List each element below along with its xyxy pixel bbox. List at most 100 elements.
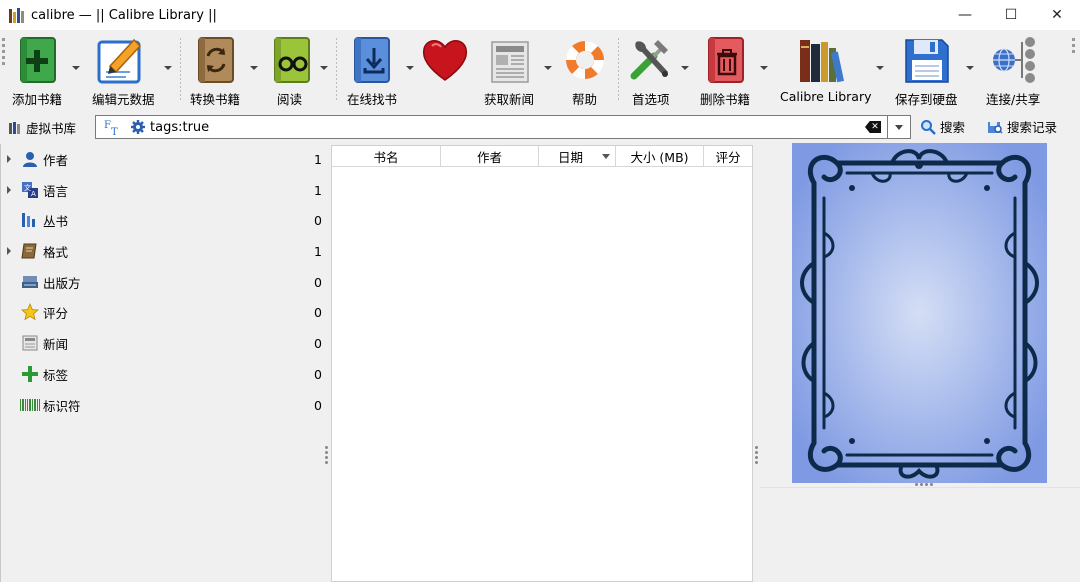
dropdown-arrow-icon[interactable] (320, 66, 328, 70)
virtual-library-button[interactable]: 虚拟书库 (8, 118, 76, 137)
barcode-icon (20, 395, 40, 415)
convert-books-button[interactable]: 转换书籍 (188, 32, 260, 107)
tag-browser: 作者 1 文A 语言 1 丛书 0 格式 1 出版方 0 评分 0 新闻 0 标… (0, 144, 329, 582)
toolbar-overflow-grip[interactable] (1072, 38, 1075, 102)
toolbar-label: 在线找书 (347, 92, 398, 107)
virtual-library-icon (9, 121, 20, 134)
help-button[interactable]: 帮助 (560, 32, 610, 107)
tag-category-label: 评分 (43, 305, 69, 321)
tag-category-label: 格式 (43, 244, 69, 260)
tag-category-authors[interactable]: 作者 1 (1, 144, 330, 174)
tag-category-languages[interactable]: 文A 语言 1 (1, 175, 330, 205)
window-title: calibre — || Calibre Library || (31, 7, 217, 23)
saved-searches-button[interactable]: 搜索记录 (987, 117, 1057, 136)
toolbar-label: Calibre Library (780, 89, 872, 104)
connect-share-icon (993, 37, 1035, 83)
connect-share-button[interactable]: 连接/共享 (984, 32, 1064, 107)
left-splitter-handle[interactable] (325, 446, 328, 464)
tag-category-label: 出版方 (43, 275, 81, 291)
search-input[interactable]: F T tags:true ✕ (95, 115, 888, 139)
remove-books-button[interactable]: 删除书籍 (698, 32, 772, 107)
toolbar-label: 保存到硬盘 (895, 92, 958, 107)
clear-search-icon[interactable]: ✕ (865, 121, 881, 133)
default-cover-image[interactable] (792, 143, 1047, 483)
gear-icon[interactable] (130, 119, 146, 135)
tag-category-count: 0 (314, 304, 322, 320)
right-splitter-handle[interactable] (755, 446, 758, 464)
dropdown-arrow-icon[interactable] (544, 66, 552, 70)
toolbar-label: 编辑元数据 (92, 92, 155, 107)
expand-arrow-icon[interactable] (7, 155, 11, 163)
column-rating[interactable]: 评分 (704, 146, 752, 167)
tag-category-news[interactable]: 新闻 0 (1, 328, 330, 358)
sort-descending-icon (602, 154, 610, 159)
tag-category-label: 语言 (43, 183, 69, 199)
toolbar-label: 连接/共享 (986, 92, 1041, 107)
column-author[interactable]: 作者 (441, 146, 539, 167)
dropdown-arrow-icon[interactable] (681, 66, 689, 70)
add-books-button[interactable]: 添加书籍 (8, 32, 88, 107)
tag-category-count: 0 (314, 335, 322, 351)
help-lifebuoy-icon (565, 40, 605, 80)
toolbar-label: 转换书籍 (190, 92, 241, 107)
saved-searches-label: 搜索记录 (1007, 120, 1058, 135)
tag-category-label: 作者 (43, 152, 69, 168)
tag-category-label: 标签 (43, 367, 69, 383)
calibre-app-icon (9, 7, 25, 23)
tag-category-label: 标识符 (43, 398, 81, 414)
book-list[interactable]: 书名 作者 日期 大小 (MB) 评分 (331, 145, 753, 582)
language-icon: 文A (20, 180, 40, 200)
choose-library-button[interactable]: Calibre Library (778, 32, 888, 106)
saved-search-icon (988, 121, 1003, 134)
expand-arrow-icon[interactable] (7, 186, 11, 194)
get-books-button[interactable]: 在线找书 (344, 32, 416, 107)
edit-metadata-button[interactable]: 编辑元数据 (92, 32, 174, 107)
fetch-news-button[interactable]: 获取新闻 (484, 32, 554, 107)
cover-splitter-handle[interactable] (915, 483, 935, 486)
toolbar-label: 获取新闻 (484, 92, 535, 107)
tag-category-formats[interactable]: 格式 1 (1, 236, 330, 266)
person-icon (20, 149, 40, 169)
maximize-button[interactable]: ☐ (988, 0, 1034, 30)
close-button[interactable]: ✕ (1034, 0, 1080, 30)
search-button-label: 搜索 (940, 120, 966, 135)
column-date[interactable]: 日期 (539, 146, 616, 167)
publisher-icon (20, 272, 40, 292)
toolbar-label: 首选项 (632, 92, 670, 107)
remove-book-icon (708, 37, 744, 83)
toolbar-label: 帮助 (572, 92, 598, 107)
cover-divider (760, 487, 1080, 488)
dropdown-arrow-icon[interactable] (72, 66, 80, 70)
column-size[interactable]: 大小 (MB) (616, 146, 704, 167)
donate-heart-icon (422, 40, 468, 81)
dropdown-arrow-icon[interactable] (876, 66, 884, 70)
expand-arrow-icon[interactable] (7, 247, 11, 255)
tag-category-count: 1 (314, 151, 322, 167)
preferences-button[interactable]: 首选项 (624, 32, 692, 107)
dropdown-arrow-icon[interactable] (760, 66, 768, 70)
toolbar-grip[interactable] (2, 38, 5, 102)
tag-category-count: 0 (314, 274, 322, 290)
donate-button[interactable] (420, 32, 474, 106)
column-title[interactable]: 书名 (332, 146, 441, 167)
tag-category-series[interactable]: 丛书 0 (1, 205, 330, 235)
view-book-button[interactable]: 阅读 (268, 32, 330, 107)
dropdown-arrow-icon[interactable] (966, 66, 974, 70)
search-history-dropdown[interactable] (888, 115, 911, 139)
dropdown-arrow-icon[interactable] (250, 66, 258, 70)
tag-plus-icon (20, 364, 40, 384)
tag-category-identifiers[interactable]: 标识符 0 (1, 390, 330, 420)
minimize-button[interactable]: — (942, 0, 988, 30)
tag-category-rating[interactable]: 评分 0 (1, 297, 330, 327)
title-bar: calibre — || Calibre Library || — ☐ ✕ (0, 0, 1080, 30)
tag-category-publishers[interactable]: 出版方 0 (1, 267, 330, 297)
edit-metadata-icon (97, 38, 142, 84)
dropdown-arrow-icon[interactable] (406, 66, 414, 70)
tag-category-count: 0 (314, 366, 322, 382)
tag-category-tags[interactable]: 标签 0 (1, 359, 330, 389)
save-to-disk-button[interactable]: 保存到硬盘 (894, 32, 978, 107)
search-button[interactable]: 搜索 (920, 117, 965, 136)
book-list-header: 书名 作者 日期 大小 (MB) 评分 (332, 146, 752, 167)
full-text-search-icon[interactable]: F T (104, 118, 122, 136)
dropdown-arrow-icon[interactable] (164, 66, 172, 70)
